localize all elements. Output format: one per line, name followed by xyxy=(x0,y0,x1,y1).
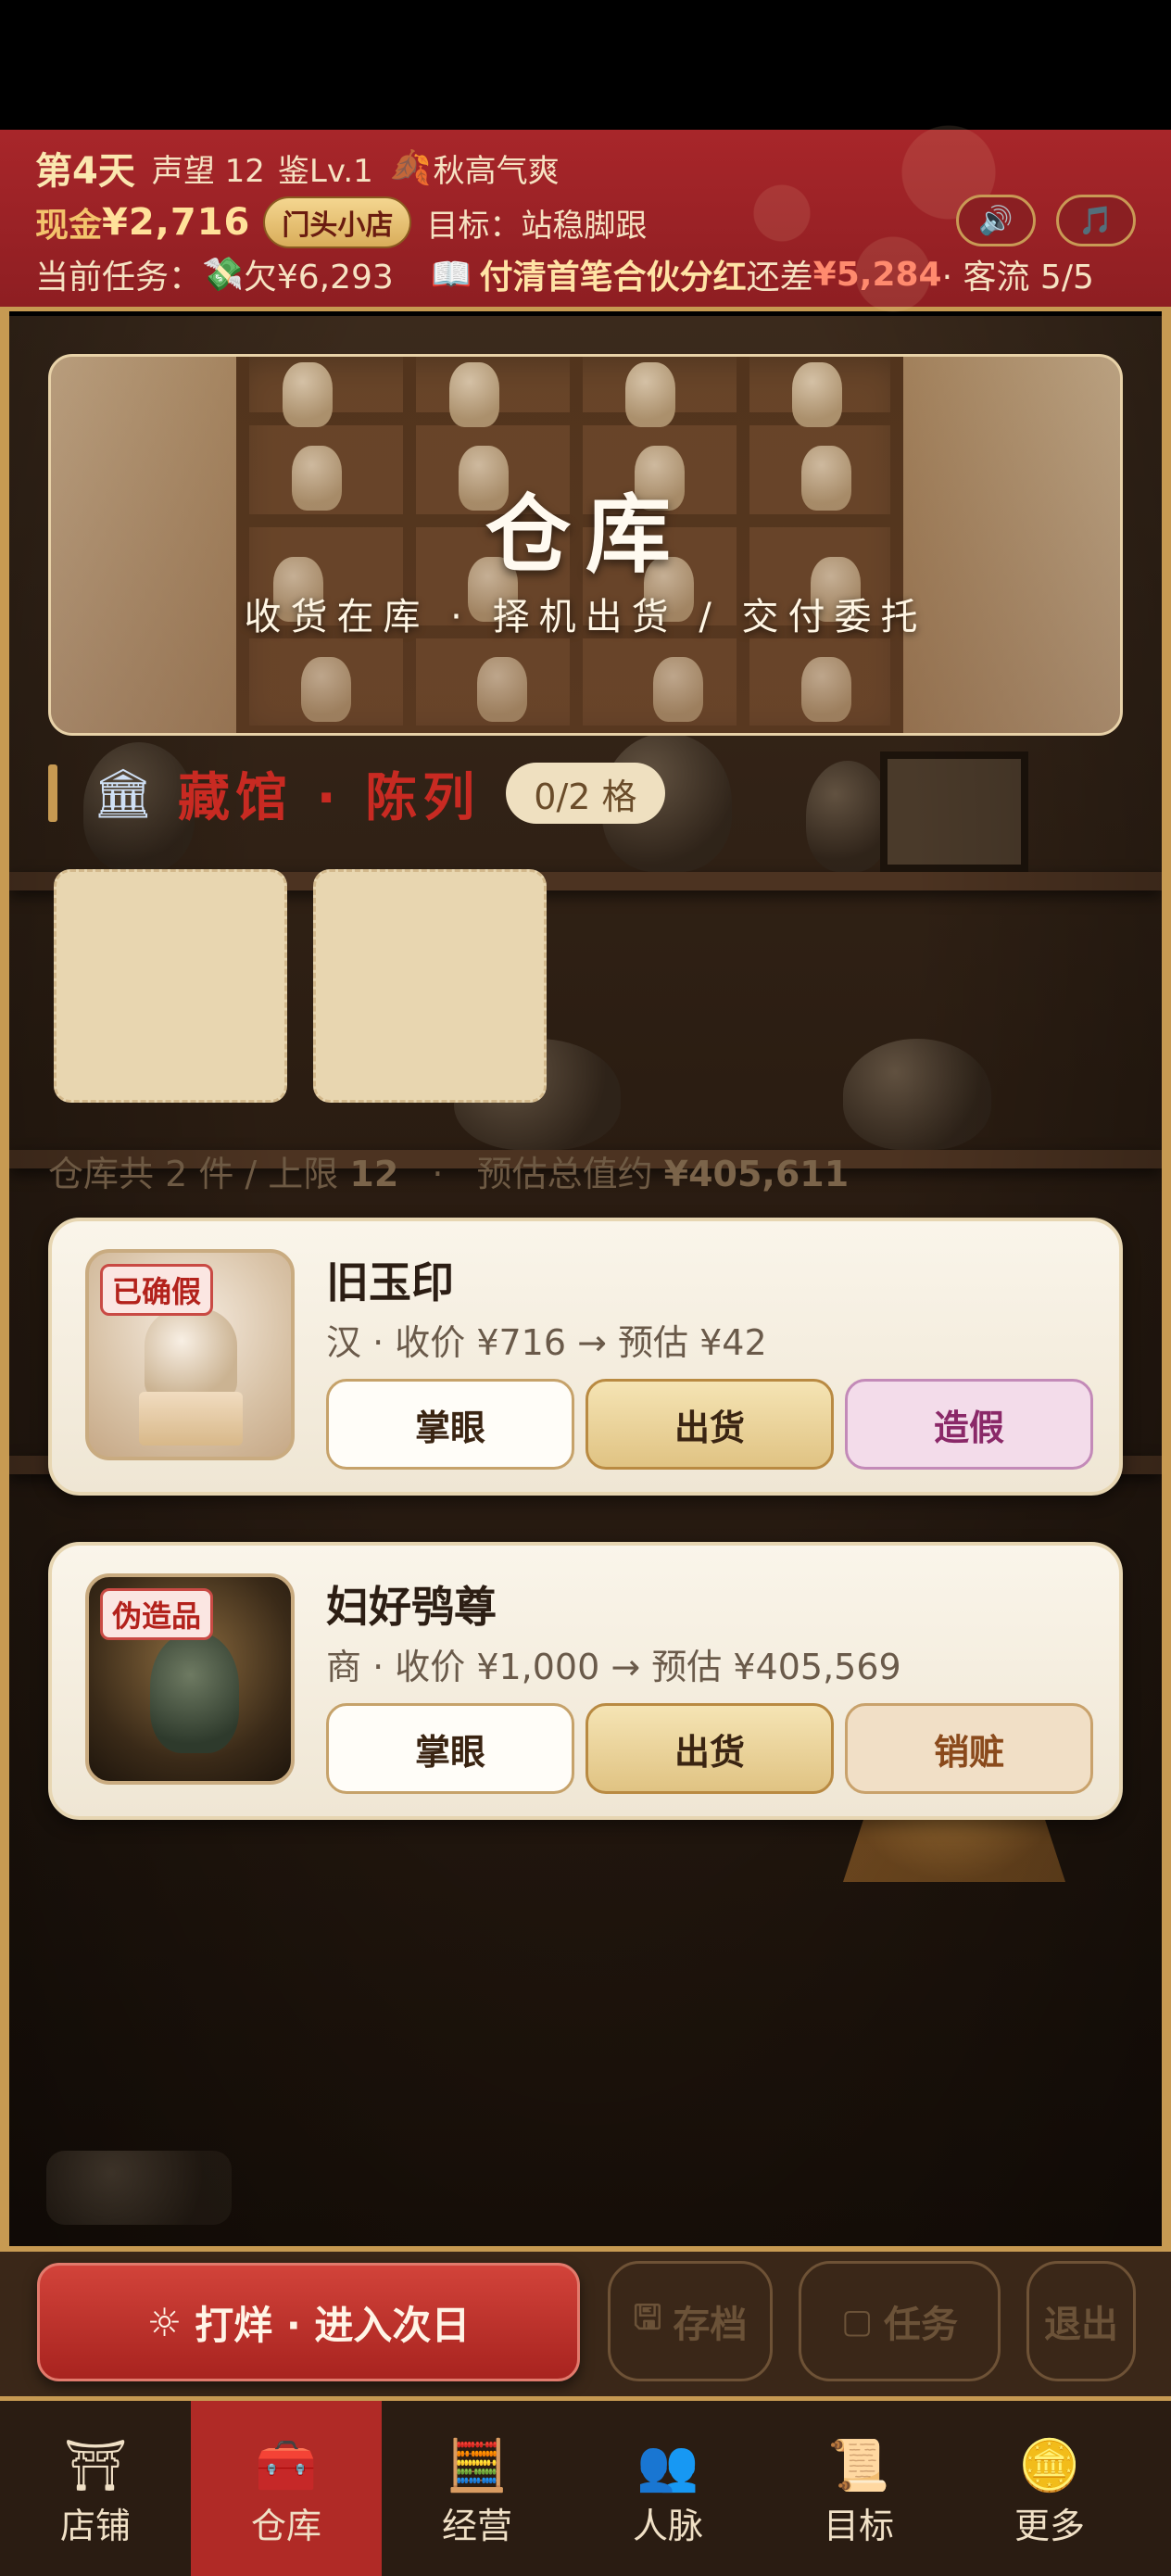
open-book-icon: 📖 xyxy=(430,256,472,294)
summary-separator: · xyxy=(432,1154,444,1194)
customer-traffic: · 客流 5/5 xyxy=(941,259,1094,297)
item-card[interactable]: 伪造品 妇好鸮尊 商 · 收价 ¥1,000 → 预估 ¥405,569 掌眼 … xyxy=(48,1542,1123,1820)
scroll-icon: 📜 xyxy=(827,2435,890,2494)
tab-business[interactable]: 🧮 经营 xyxy=(382,2401,573,2576)
shop-level-badge[interactable]: 门头小店 xyxy=(263,196,412,248)
tab-label: 经营 xyxy=(441,2505,512,2546)
appraise-button[interactable]: 掌眼 xyxy=(326,1703,574,1794)
sound-toggle-button[interactable]: 🔊 xyxy=(956,195,1036,246)
sell-button[interactable]: 出货 xyxy=(586,1379,834,1470)
museum-title: 藏馆 · 陈列 xyxy=(178,767,481,828)
item-count: 仓库共 2 件 / 上限 xyxy=(48,1154,350,1194)
cash-value: ¥2,716 xyxy=(102,201,251,244)
display-slot-2[interactable] xyxy=(313,869,547,1103)
exit-label: 退出 xyxy=(1044,2304,1118,2346)
task-remain-label: 还差 xyxy=(746,259,813,297)
banner-subtitle: 收货在库 · 择机出货 / 交付委托 xyxy=(244,596,927,638)
item-card[interactable]: 已确假 旧玉印 汉 · 收价 ¥716 → 预估 ¥42 掌眼 出货 造假 xyxy=(48,1218,1123,1496)
tab-label: 店铺 xyxy=(59,2505,131,2546)
capacity-limit: 12 xyxy=(349,1154,399,1194)
museum-section-header: 🏛 藏馆 · 陈列 0/2 格 xyxy=(48,760,665,828)
tab-warehouse[interactable]: 🧰 仓库 xyxy=(191,2401,382,2576)
tab-label: 更多 xyxy=(1014,2505,1085,2546)
item-name: 妇好鸮尊 xyxy=(326,1582,497,1632)
status-badge: 伪造品 xyxy=(100,1588,214,1640)
debt-amount: 欠¥6,293 xyxy=(243,259,394,297)
tab-label: 目标 xyxy=(823,2505,894,2546)
music-note-icon: 🎵 xyxy=(1078,204,1114,237)
estimated-value-label: 预估总值约 xyxy=(476,1154,664,1194)
museum-slot-count: 0/2 格 xyxy=(506,763,665,824)
exit-button[interactable]: 退出 xyxy=(1026,2261,1136,2381)
season: 秋高气爽 xyxy=(433,152,560,190)
banner-title: 仓库 xyxy=(485,486,686,585)
music-toggle-button[interactable]: 🎵 xyxy=(1056,195,1136,246)
forge-button[interactable]: 造假 xyxy=(845,1379,1093,1470)
appraisal-level: 鉴Lv.1 xyxy=(277,152,373,190)
shop-icon: ⛩ xyxy=(63,2435,128,2494)
save-button[interactable]: 🖫 存档 xyxy=(608,2261,773,2381)
tab-more[interactable]: 🪙 更多 xyxy=(954,2401,1145,2576)
task-title: 付清首笔合伙分红 xyxy=(479,259,747,297)
item-name: 旧玉印 xyxy=(326,1257,454,1307)
abacus-icon: 🧮 xyxy=(446,2435,509,2494)
reputation: 声望 12 xyxy=(151,152,265,190)
tasks-button[interactable]: ▢ 任务 xyxy=(799,2261,1001,2381)
app-root: 第4天 声望 12 鉴Lv.1 🍂 秋高气爽 现金 ¥2,716 门头小店 目标… xyxy=(0,0,1171,2576)
save-icon: 🖫 xyxy=(633,2298,662,2337)
task-row[interactable]: 当前任务： 💸 欠¥6,293 📖 付清首笔合伙分红 还差 ¥5,284 · 客… xyxy=(35,250,1094,298)
money-wings-icon: 💸 xyxy=(202,256,244,294)
sell-button[interactable]: 出货 xyxy=(586,1703,834,1794)
display-slot-1[interactable] xyxy=(54,869,287,1103)
tab-shop[interactable]: ⛩ 店铺 xyxy=(0,2401,191,2576)
speaker-icon: 🔊 xyxy=(978,204,1014,237)
tab-label: 仓库 xyxy=(250,2505,321,2546)
tab-contacts[interactable]: 👥 人脉 xyxy=(573,2401,763,2576)
game-header: 第4天 声望 12 鉴Lv.1 🍂 秋高气爽 现金 ¥2,716 门头小店 目标… xyxy=(0,111,1171,315)
estimated-total-value: ¥405,611 xyxy=(663,1154,850,1194)
chat-icon: ▢ xyxy=(840,2302,873,2341)
task-label: 当前任务： xyxy=(35,259,203,297)
header-row-2: 现金 ¥2,716 门头小店 目标：站稳脚跟 xyxy=(35,196,647,248)
header-row-1: 第4天 声望 12 鉴Lv.1 🍂 秋高气爽 xyxy=(35,141,560,195)
next-day-label: 打烊 · 进入次日 xyxy=(195,2302,471,2348)
item-description: 商 · 收价 ¥1,000 → 预估 ¥405,569 xyxy=(326,1647,901,1687)
item-description: 汉 · 收价 ¥716 → 预估 ¥42 xyxy=(326,1322,767,1363)
status-badge: 已确假 xyxy=(100,1264,214,1316)
owl-zun-thumbnail: 伪造品 xyxy=(85,1573,295,1785)
day-counter: 第4天 xyxy=(35,150,135,193)
warehouse-summary: 仓库共 2 件 / 上限 12 · 预估总值约 ¥405,611 xyxy=(48,1145,849,1196)
maple-leaf-icon: 🍂 xyxy=(389,149,432,187)
fence-button[interactable]: 销赃 xyxy=(845,1703,1093,1794)
tasks-label: 任务 xyxy=(884,2304,958,2346)
save-label: 存档 xyxy=(673,2304,748,2346)
bottom-tab-bar: ⛩ 店铺 🧰 仓库 🧮 经营 👥 人脉 📜 目标 🪙 更多 xyxy=(0,2396,1171,2576)
treasure-chest-icon: 🧰 xyxy=(255,2435,318,2494)
appraise-button[interactable]: 掌眼 xyxy=(326,1379,574,1470)
cash-label: 现金 xyxy=(35,207,103,245)
frame-left xyxy=(0,311,9,2252)
people-icon: 👥 xyxy=(636,2435,699,2494)
status-bar xyxy=(0,0,1171,130)
museum-icon: 🏛 xyxy=(93,765,155,822)
task-remain-value: ¥5,284 xyxy=(812,255,942,294)
goal-text: 目标：站稳脚跟 xyxy=(426,207,648,245)
section-accent-bar xyxy=(48,764,57,822)
frame-right xyxy=(1162,311,1171,2252)
warehouse-banner: 仓库 收货在库 · 择机出货 / 交付委托 xyxy=(48,354,1123,736)
stacked-coins-icon: 🪙 xyxy=(1018,2435,1081,2494)
jade-seal-thumbnail: 已确假 xyxy=(85,1249,295,1460)
sun-icon: ☼ xyxy=(146,2299,183,2345)
tab-goals[interactable]: 📜 目标 xyxy=(763,2401,954,2576)
next-day-button[interactable]: ☼ 打烊 · 进入次日 xyxy=(37,2263,580,2381)
tab-label: 人脉 xyxy=(632,2505,703,2546)
